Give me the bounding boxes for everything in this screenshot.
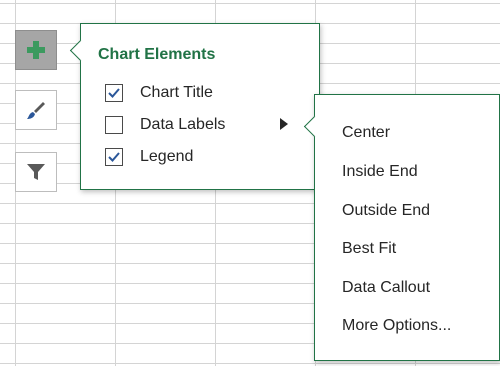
legend-option[interactable]: Legend bbox=[105, 146, 193, 168]
checkmark-icon bbox=[108, 152, 120, 162]
filter-icon bbox=[27, 164, 45, 180]
chart-title-option[interactable]: Chart Title bbox=[105, 82, 213, 104]
chart-elements-panel: Chart Elements Chart Title Data Labels L… bbox=[69, 23, 320, 190]
brush-icon bbox=[27, 102, 45, 119]
chart-title-label: Chart Title bbox=[140, 84, 213, 101]
menu-item-inside-end[interactable]: Inside End bbox=[342, 161, 418, 183]
data-labels-checkbox[interactable] bbox=[105, 116, 123, 134]
menu-item-best-fit[interactable]: Best Fit bbox=[342, 238, 396, 260]
checkmark-icon bbox=[108, 88, 120, 98]
menu-item-more-options[interactable]: More Options... bbox=[342, 315, 451, 337]
menu-item-data-callout[interactable]: Data Callout bbox=[342, 277, 430, 299]
chart-title-checkbox[interactable] bbox=[105, 84, 123, 102]
data-labels-submenu: Center Inside End Outside End Best Fit D… bbox=[303, 94, 500, 361]
plus-icon bbox=[27, 41, 45, 59]
menu-item-outside-end[interactable]: Outside End bbox=[342, 200, 430, 222]
legend-checkbox[interactable] bbox=[105, 148, 123, 166]
chart-filters-button[interactable] bbox=[15, 152, 57, 192]
data-labels-label: Data Labels bbox=[140, 116, 226, 133]
chart-styles-button[interactable] bbox=[15, 90, 57, 130]
menu-item-center[interactable]: Center bbox=[342, 122, 390, 144]
data-labels-option[interactable]: Data Labels bbox=[105, 114, 225, 136]
panel-title: Chart Elements bbox=[98, 46, 216, 63]
legend-label: Legend bbox=[140, 148, 194, 165]
submenu-arrow-icon[interactable] bbox=[280, 118, 288, 130]
chart-elements-button[interactable] bbox=[15, 30, 57, 70]
